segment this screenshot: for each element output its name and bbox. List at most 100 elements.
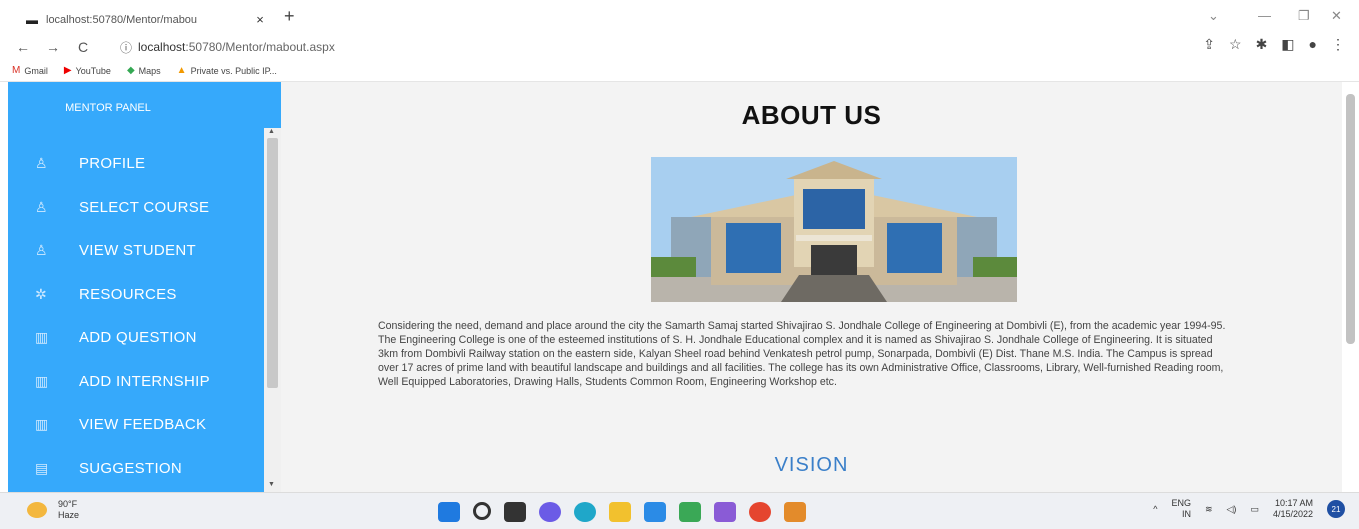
sidebar-item-view-student[interactable]: ♙ VIEW STUDENT (8, 229, 264, 273)
college-building-image (651, 157, 1017, 302)
tab-search-chevron-icon[interactable]: ⌄ (1208, 8, 1219, 24)
extensions-icon[interactable]: ✱ (1256, 36, 1268, 53)
share-icon[interactable]: ⇪ (1203, 36, 1215, 53)
back-button[interactable]: ← (16, 39, 30, 55)
weather-desc: Haze (58, 510, 80, 520)
lang-top: ENG (1171, 498, 1191, 508)
sidebar-menu: ♙ PROFILE ♙ SELECT COURSE ♙ VIEW STUDENT ✲ R… (8, 142, 264, 490)
bookmark-private-public-ip[interactable]: ▲ Private vs. Public IP... (177, 65, 277, 76)
sidebar-item-label: VIEW STUDENT (79, 242, 196, 260)
chrome-icon[interactable] (749, 502, 771, 522)
sidebar-item-suggestion[interactable]: ▤ SUGGESTION (8, 447, 264, 491)
main-content: ABOUT US Considering the need, demand an… (281, 82, 1342, 492)
address-bar-row: ← → C ⓘ localhost:50780/Mentor/mabout.as… (0, 33, 1359, 60)
sidebar-header: MENTOR PANEL (65, 102, 151, 114)
task-view-icon[interactable] (504, 502, 526, 522)
battery-icon[interactable]: ▭ (1250, 504, 1259, 515)
taskbar-apps (438, 502, 806, 522)
bookmark-star-icon[interactable]: ☆ (1229, 36, 1242, 53)
side-panel-icon[interactable]: ◧ (1281, 36, 1294, 53)
app-icon[interactable] (679, 502, 701, 522)
bookmark-label: YouTube (75, 65, 111, 76)
site-info-icon[interactable]: ⓘ (120, 39, 132, 56)
reload-button[interactable]: C (76, 39, 90, 55)
tab-favicon-icon: ▬ (26, 12, 38, 27)
maps-icon: ◆ (126, 65, 135, 76)
page-scroll-thumb[interactable] (1346, 94, 1355, 344)
url-field[interactable]: ⓘ localhost:50780/Mentor/mabout.aspx (120, 37, 1130, 57)
map-icon: ▥ (35, 372, 49, 389)
bookmark-maps[interactable]: ◆ Maps (127, 65, 161, 76)
sidebar-item-view-feedback[interactable]: ▥ VIEW FEEDBACK (8, 403, 264, 447)
user-icon: ♙ (35, 242, 48, 259)
sidebar-item-profile[interactable]: ♙ PROFILE (8, 142, 264, 186)
language-indicator[interactable]: ENG IN (1171, 498, 1191, 520)
start-icon[interactable] (438, 502, 460, 522)
sidebar-item-label: ADD QUESTION (79, 329, 197, 347)
clock-time: 10:17 AM (1274, 498, 1313, 508)
tab-title: localhost:50780/Mentor/mabou (46, 13, 198, 26)
user-icon: ♙ (35, 155, 48, 172)
bookmark-label: Gmail (24, 65, 48, 76)
file-explorer-icon[interactable] (609, 502, 631, 522)
bookmark-label: Private vs. Public IP... (190, 65, 277, 76)
weather-widget[interactable]: 90°F Haze (27, 499, 80, 521)
page-scrollbar[interactable] (1342, 82, 1359, 492)
mentor-sidebar: MENTOR PANEL ♙ PROFILE ♙ SELECT COURSE ♙ VI… (8, 82, 281, 492)
wifi-icon[interactable]: ≋ (1205, 504, 1213, 515)
url-host: localhost (138, 40, 186, 54)
show-hidden-icons-chevron-icon[interactable]: ^ (1153, 504, 1157, 514)
browser-tab[interactable]: ▬ localhost:50780/Mentor/mabou × (6, 6, 269, 33)
close-window-button[interactable]: ✕ (1331, 8, 1342, 24)
document-icon: ▤ (35, 459, 49, 476)
clock[interactable]: 10:17 AM 4/15/2022 (1273, 498, 1313, 520)
clock-date: 4/15/2022 (1272, 509, 1313, 519)
volume-icon[interactable]: ◁) (1227, 504, 1237, 515)
about-paragraph: Considering the need, demand and place a… (378, 320, 1226, 388)
map-icon: ▥ (35, 329, 49, 346)
sidebar-item-label: ADD INTERNSHIP (79, 372, 210, 390)
new-tab-button[interactable]: + (284, 6, 295, 27)
gmail-icon: M (12, 65, 21, 76)
vision-heading: VISION (774, 454, 849, 476)
snipping-tool-icon[interactable] (784, 502, 806, 522)
notification-badge[interactable]: 21 (1327, 500, 1345, 518)
scroll-down-icon[interactable]: ▼ (268, 481, 275, 488)
menu-kebab-icon[interactable]: ⋮ (1331, 36, 1345, 53)
sidebar-item-label: VIEW FEEDBACK (79, 416, 207, 434)
edge-icon[interactable] (574, 502, 596, 522)
sidebar-item-select-course[interactable]: ♙ SELECT COURSE (8, 186, 264, 230)
minimize-button[interactable]: — (1258, 8, 1271, 23)
bookmark-youtube[interactable]: ▶ YouTube (64, 65, 111, 76)
haze-sun-icon (27, 502, 47, 518)
profile-avatar-icon[interactable]: ● (1309, 36, 1317, 53)
maximize-button[interactable]: ❐ (1298, 8, 1310, 24)
sidebar-item-add-internship[interactable]: ▥ ADD INTERNSHIP (8, 360, 264, 404)
sidebar-item-resources[interactable]: ✲ RESOURCES (8, 273, 264, 317)
page-title: ABOUT US (741, 100, 882, 130)
sidebar-item-add-question[interactable]: ▥ ADD QUESTION (8, 316, 264, 360)
store-icon[interactable] (644, 502, 666, 522)
sidebar-scroll-thumb[interactable] (267, 138, 278, 388)
bookmark-icon: ▲ (176, 65, 187, 76)
forward-button[interactable]: → (46, 39, 60, 55)
sidebar-item-label: RESOURCES (79, 285, 177, 303)
sidebar-item-label: PROFILE (79, 155, 146, 173)
youtube-icon: ▶ (63, 65, 72, 76)
system-tray: ^ ENG IN ≋ ◁) ▭ 10:17 AM 4/15/2022 21 (1153, 498, 1345, 520)
tab-close-button[interactable]: × (251, 12, 269, 27)
weather-temp: 90°F (58, 499, 78, 509)
sidebar-scrollbar[interactable]: ▲ ▼ (264, 128, 281, 492)
lang-bottom: IN (1181, 509, 1191, 519)
browser-titlebar: ▬ localhost:50780/Mentor/mabou × + ⌄ — ❐… (0, 0, 1359, 33)
visual-studio-icon[interactable] (714, 502, 736, 522)
sidebar-item-label: SUGGESTION (79, 459, 183, 477)
search-icon[interactable] (473, 502, 491, 520)
bookmark-gmail[interactable]: M Gmail (12, 65, 48, 76)
gear-icon: ✲ (35, 285, 48, 302)
windows-taskbar: 90°F Haze ^ ENG IN ≋ ◁) ▭ 10:17 AM 4/15/… (0, 492, 1359, 529)
user-icon: ♙ (35, 198, 48, 215)
map-icon: ▥ (35, 416, 49, 433)
scroll-up-icon[interactable]: ▲ (268, 128, 275, 135)
chat-icon[interactable] (539, 502, 561, 522)
